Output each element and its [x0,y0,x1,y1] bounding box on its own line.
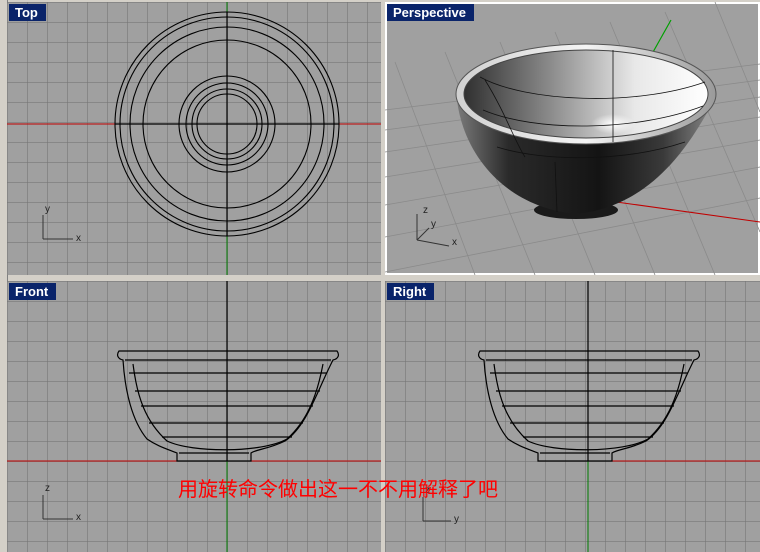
right-view-drawing [422,281,760,552]
viewport-top[interactable]: Top y x [7,2,381,275]
viewport-perspective[interactable]: Perspective z y x [385,2,760,275]
viewport-front[interactable]: Front z x [7,281,381,552]
viewport-title[interactable]: Top [9,4,46,21]
axis-label-z: z [423,205,428,216]
annotation-text: 用旋转命令做出这一不不用解释了吧 [178,477,498,501]
bowl-render [455,43,717,219]
viewport-right[interactable]: Right z y [385,281,760,552]
axis-triad-icon [42,215,73,240]
axis-label-y: y [45,204,50,215]
front-view-drawing [7,281,381,552]
axis-label-y: y [431,219,436,230]
bowl-front-profile [117,350,339,462]
bowl-right-profile [478,350,700,462]
axis-triad-icon [42,495,73,520]
viewport-title[interactable]: Perspective [387,4,474,21]
top-view-drawing [7,2,381,275]
viewport-title[interactable]: Front [9,283,57,300]
axis-label-x: x [452,237,457,248]
axis-label-x: x [76,512,81,523]
axis-label-y: y [454,514,459,525]
perspective-view-drawing [385,2,760,275]
viewport-title[interactable]: Right [387,283,435,300]
axis-label-z: z [45,483,50,494]
axis-label-x: x [76,233,81,244]
